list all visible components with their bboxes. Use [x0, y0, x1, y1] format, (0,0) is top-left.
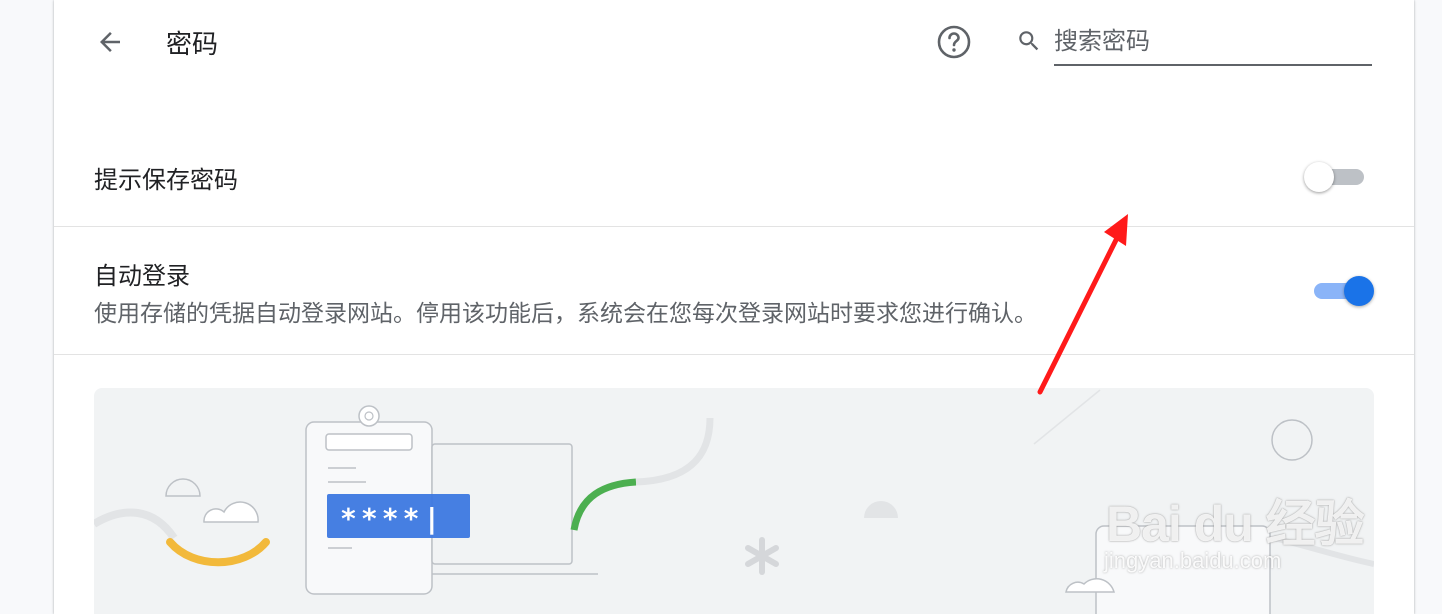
auto-signin-label: 自动登录	[94, 263, 190, 290]
grey-curve-right	[1273, 535, 1374, 567]
passwords-card: 密码 提示保存密码 自动登录 使用存储的凭据自动登录网站。停用该功能后，系统会在…	[54, 0, 1414, 614]
help-circle-icon	[937, 25, 971, 59]
offer-to-save-toggle[interactable]	[1304, 162, 1368, 192]
password-mask: ****|	[340, 502, 444, 535]
back-button[interactable]	[90, 22, 130, 62]
green-arc	[570, 478, 637, 531]
search-icon[interactable]	[1016, 28, 1042, 54]
offer-to-save-label: 提示保存密码	[94, 167, 238, 194]
cloud-shape	[203, 501, 259, 523]
illustration-graphic: ****|	[94, 389, 1374, 614]
page-header: 密码	[54, 0, 1414, 82]
grey-arc	[635, 417, 714, 486]
page-title: 密码	[166, 29, 219, 59]
offer-to-save-row: 提示保存密码	[54, 126, 1414, 227]
search-box	[1012, 20, 1374, 66]
help-button[interactable]	[934, 22, 974, 62]
clipboard-ring	[358, 405, 380, 427]
asterisk-shape	[745, 537, 779, 575]
toggle-knob	[1304, 162, 1334, 192]
half-disc-shape	[864, 501, 898, 518]
device-shape	[1095, 525, 1271, 614]
toggle-knob	[1344, 276, 1374, 306]
grey-wave	[94, 508, 178, 541]
auto-signin-toggle[interactable]	[1310, 276, 1374, 306]
search-input[interactable]	[1054, 20, 1372, 66]
arrow-back-icon	[100, 32, 120, 52]
half-circle-shape	[165, 478, 201, 497]
yellow-curve	[166, 538, 270, 567]
circle-shape	[1271, 419, 1313, 461]
diagonal-line	[1033, 389, 1101, 445]
auto-signin-description: 使用存储的凭据自动登录网站。停用该功能后，系统会在您每次登录网站时要求您进行确认…	[94, 300, 1037, 326]
clipboard-clip	[325, 433, 413, 451]
password-illustration: ****|	[94, 388, 1374, 614]
auto-signin-row: 自动登录 使用存储的凭据自动登录网站。停用该功能后，系统会在您每次登录网站时要求…	[54, 226, 1414, 355]
